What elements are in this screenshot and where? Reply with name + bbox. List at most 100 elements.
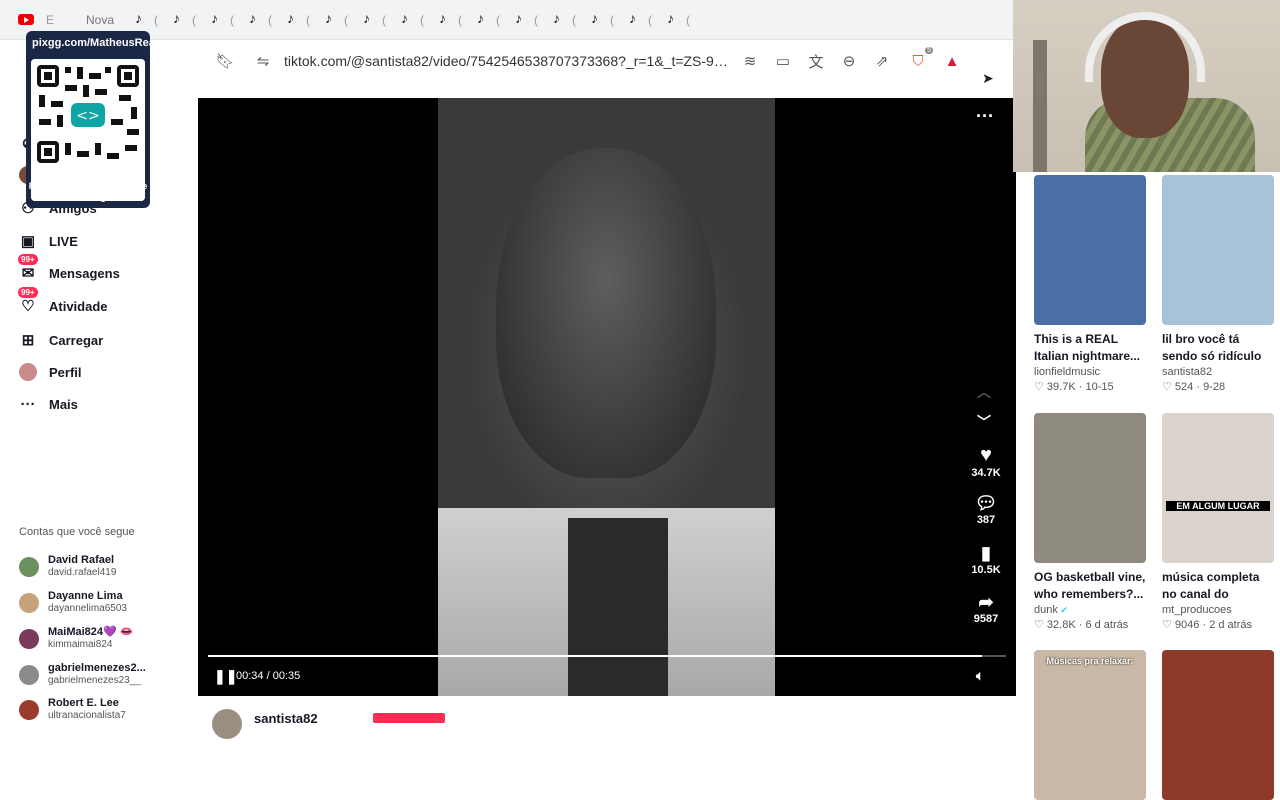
dark-shirt (568, 518, 668, 696)
video-thumbnail[interactable] (1162, 175, 1274, 325)
video-author[interactable]: mt_producoes (1162, 604, 1274, 616)
progress-bar[interactable] (208, 655, 1006, 657)
separator: · (1075, 381, 1086, 393)
bookmark-icon[interactable]: 🔖︎ (214, 50, 236, 72)
followed-account[interactable]: Robert E. Lee ultranacionalista7 (19, 697, 126, 722)
sidebar-item-label: Mais (49, 396, 78, 412)
youtube-icon (18, 14, 34, 25)
followed-account[interactable]: MaiMai824💜 👄 kimmaimai824 (19, 626, 133, 651)
comment-button[interactable]: 💬︎ 387 (966, 493, 1006, 526)
browser-tab[interactable]: ( (552, 0, 590, 40)
share-icon[interactable]: ⇗ (871, 50, 893, 72)
verified-icon: ✔ (1057, 605, 1068, 615)
followed-account[interactable]: gabrielmenezes2... gabrielmenezes23__ (19, 662, 146, 687)
brave-shield-icon[interactable]: ⛉ 5 (907, 47, 933, 72)
share-button[interactable]: ➦ 9587 (966, 592, 1006, 625)
video-thumbnail[interactable]: Músicas pra relaxar: (1034, 650, 1146, 800)
scroll-down-icon[interactable]: ﹀ (977, 412, 991, 432)
comment-icon: 💬︎ (974, 493, 998, 513)
browser-tab[interactable]: ( (362, 0, 400, 40)
recommended-video-card[interactable]: OG basketball vine, who remembers?... dun… (1034, 413, 1146, 631)
browser-tab[interactable]: ( (590, 0, 628, 40)
browser-tab[interactable]: ( (666, 0, 704, 40)
tiktok-icon (666, 10, 680, 27)
tab-label: ( (534, 12, 539, 27)
browser-tab[interactable]: ( (438, 0, 476, 40)
tiktok-icon (286, 10, 300, 27)
url-text[interactable]: tiktok.com/@santista82/video/75425465387… (284, 53, 729, 69)
tab-label: ( (496, 12, 501, 27)
video-thumbnail[interactable] (1034, 175, 1146, 325)
brave-rewards-icon[interactable]: ▲ (941, 50, 963, 72)
tab-label: ( (230, 12, 235, 27)
video-author[interactable]: lionfieldmusic (1034, 366, 1146, 378)
video-title[interactable]: OG basketball vine, who remembers?... (1034, 569, 1146, 603)
tab-label: ( (610, 12, 615, 27)
account-avatar (19, 699, 39, 720)
video-thumbnail[interactable] (1034, 413, 1146, 563)
following-section-title: Contas que você segue (19, 526, 135, 538)
heart-icon: ♡ (1162, 381, 1175, 393)
live-tv-icon: ▣ (20, 233, 36, 250)
sidebar-item-atividade[interactable]: ♡ 99+ Atividade (18, 287, 108, 315)
author-avatar[interactable] (212, 709, 242, 739)
recommended-video-card[interactable]: lil bro você tá sendo só ridículo ok 😨..… (1162, 175, 1274, 393)
browser-tab[interactable]: ( (286, 0, 324, 40)
like-button[interactable]: ♥ 34.7K (966, 444, 1006, 479)
tiktok-icon (324, 10, 338, 27)
author-name[interactable]: santista82 (254, 711, 318, 726)
recommended-video-card[interactable]: EM ALGUM LUGAR música completa no canal d… (1162, 413, 1274, 631)
browser-tab[interactable]: ( (628, 0, 666, 40)
sidebar-item-label: Carregar (49, 332, 104, 348)
video-title[interactable]: lil bro você tá sendo só ridículo ok 😨..… (1162, 331, 1274, 365)
tab-label: ( (382, 12, 387, 27)
video-player[interactable]: ··· ︿ ﹀ ♥ 34.7K 💬︎ 387 ▮ 10.5K ➦ 9587 ❚❚… (198, 98, 1016, 696)
video-author[interactable]: santista82 (1162, 366, 1274, 378)
volume-icon[interactable]: 🔈︎ (976, 668, 984, 684)
browser-tab[interactable]: ( (210, 0, 248, 40)
recommended-video-card[interactable]: This is a REAL Italian nightmare... lionf… (1034, 175, 1146, 393)
upload-icon: ⊞ (21, 332, 35, 349)
like-count: 34.7K (971, 467, 1001, 479)
like-count: 9046 (1174, 619, 1200, 631)
video-thumbnail[interactable]: EM ALGUM LUGAR (1162, 413, 1274, 563)
zoom-icon[interactable]: ⊖ (838, 50, 860, 72)
sidebar-item-perfil[interactable]: Perfil (19, 363, 82, 381)
browser-tab[interactable]: ( (172, 0, 210, 40)
browser-tab[interactable]: ( (476, 0, 514, 40)
followed-account[interactable]: David Rafael david.rafael419 (19, 554, 116, 579)
video-title[interactable]: This is a REAL Italian nightmare... (1034, 331, 1146, 365)
thumbnail-caption: Músicas pra relaxar: (1046, 656, 1134, 666)
account-avatar (19, 556, 39, 577)
sidebar-item-mensagens[interactable]: ✉ 99+ Mensagens (18, 254, 120, 282)
scroll-up-icon[interactable]: ︿ (977, 382, 991, 402)
tab-label: ( (572, 12, 577, 27)
video-thumbnail[interactable] (1162, 650, 1274, 800)
save-button[interactable]: ▮ 10.5K (966, 543, 1006, 576)
cast-icon[interactable]: ▭ (772, 50, 794, 72)
browser-tab[interactable]: ( (514, 0, 552, 40)
tiktok-icon (590, 10, 604, 27)
tiktok-icon (134, 10, 148, 27)
sidebar-item-mais[interactable]: ··· Mais (19, 395, 78, 413)
video-title[interactable]: música completa no canal do YouTube... (1162, 569, 1274, 603)
recommended-video-card[interactable] (1162, 650, 1274, 800)
followed-account[interactable]: Dayanne Lima dayannelima6503 (19, 590, 127, 615)
address-bar: 🔖︎ ⇋ tiktok.com/@santista82/video/754254… (150, 40, 1013, 82)
video-author[interactable]: dunk ✔ (1034, 604, 1146, 616)
more-options-icon[interactable]: ··· (976, 106, 994, 127)
sidebar-item-carregar[interactable]: ⊞ Carregar (19, 331, 104, 349)
recommended-video-card[interactable]: Músicas pra relaxar: (1034, 650, 1146, 800)
site-settings-icon[interactable]: ⇋ (252, 50, 274, 72)
browser-tab[interactable]: ( (324, 0, 362, 40)
author-row: santista82 (198, 705, 1016, 739)
browser-tab[interactable]: ( (248, 0, 286, 40)
separator: · (1199, 619, 1210, 631)
follow-button[interactable] (373, 713, 445, 723)
mute-icon[interactable]: ≋ (739, 50, 761, 72)
donation-overlay: pixgg.com/MatheusRea <> Fortaleça no don… (26, 31, 150, 208)
browser-tab[interactable]: ( (400, 0, 438, 40)
sidebar-item-live[interactable]: ▣ LIVE (19, 232, 78, 250)
pause-icon[interactable]: ❚❚ (214, 668, 237, 685)
translate-icon[interactable]: 文 (805, 50, 827, 72)
